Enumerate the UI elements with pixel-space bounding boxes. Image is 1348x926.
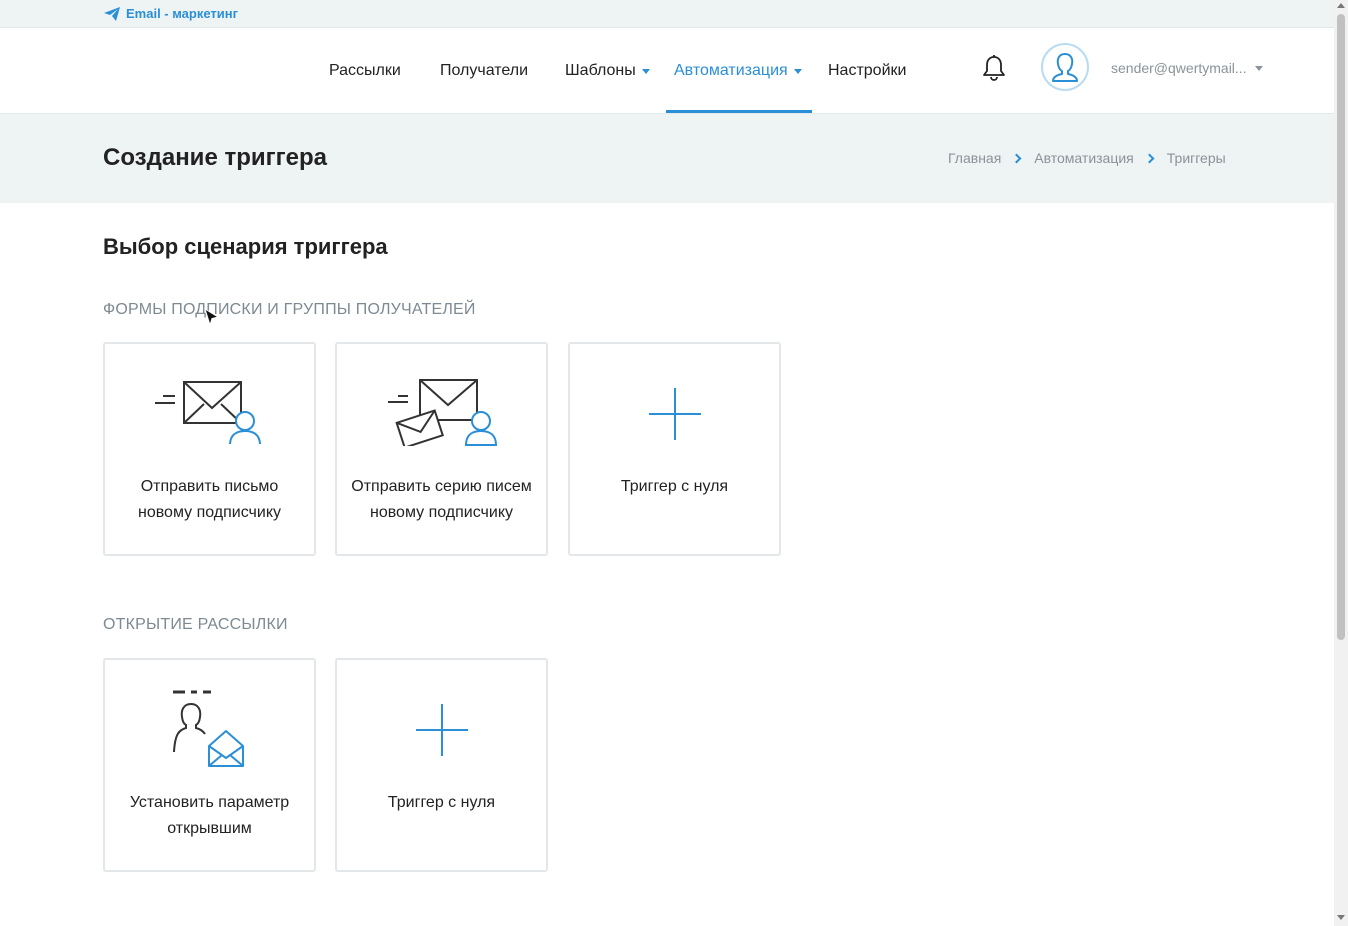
card-label: Триггер с нуля	[387, 794, 496, 811]
brand-link[interactable]: Email - маркетинг	[104, 6, 238, 21]
card-label: Установить параметр открывшим	[129, 794, 290, 837]
user-avatar[interactable]	[1041, 43, 1089, 91]
nav-item-label: Шаблоны	[565, 61, 636, 79]
user-avatar-icon	[1052, 53, 1078, 82]
plus-icon	[415, 704, 468, 756]
section-title: Выбор сценария триггера	[103, 234, 388, 259]
chevron-down-icon	[641, 69, 650, 74]
scenario-card-send-letter[interactable]: Отправить письмо новому подписчику	[103, 342, 316, 556]
nav-item-label: Настройки	[828, 61, 907, 79]
breadcrumb-home[interactable]: Главная	[948, 150, 1001, 166]
scroll-up-icon[interactable]	[1337, 3, 1345, 8]
envelope-subscriber-icon	[154, 381, 261, 444]
scenario-card-send-series[interactable]: Отправить серию писем новому подписчику	[335, 342, 548, 556]
nav-item-automation[interactable]: Автоматизация	[666, 28, 812, 113]
chevron-right-icon	[1144, 153, 1155, 163]
user-menu[interactable]: sender@qwertymail...	[1111, 60, 1263, 76]
envelope-series-subscriber-icon	[387, 379, 497, 446]
mouse-cursor-icon	[204, 308, 220, 327]
scenario-card-set-parameter[interactable]: Установить параметр открывшим	[103, 658, 316, 872]
scenario-card-from-scratch[interactable]: Триггер с нуля	[568, 342, 781, 556]
card-label: Отправить письмо новому подписчику	[138, 478, 281, 521]
paper-plane-icon	[104, 6, 120, 21]
nav-item-label: Рассылки	[329, 61, 401, 79]
breadcrumb-automation[interactable]: Автоматизация	[1034, 150, 1133, 166]
chevron-down-icon	[793, 69, 802, 74]
scenario-card-from-scratch-2[interactable]: Триггер с нуля	[335, 658, 548, 872]
chevron-down-icon	[1254, 65, 1263, 71]
group-label-mailing-open: ОТКРЫТИЕ РАССЫЛКИ	[103, 616, 288, 633]
group-label-subscription-forms: ФОРМЫ ПОДПИСКИ И ГРУППЫ ПОЛУЧАТЕЛЕЙ	[103, 301, 476, 318]
main-navbar: Рассылки Получатели Шаблоны Автоматизаци…	[0, 28, 1334, 114]
card-label: Отправить серию писем новому подписчику	[351, 478, 532, 521]
nav-item-label: Получатели	[440, 61, 529, 79]
plus-icon	[648, 388, 701, 440]
nav-item-recipients[interactable]: Получатели	[440, 28, 528, 113]
scrollbar-thumb[interactable]	[1337, 14, 1345, 640]
page-title: Создание триггера	[103, 144, 327, 171]
nav-item-templates[interactable]: Шаблоны	[565, 28, 650, 113]
user-opened-envelope-icon	[172, 690, 244, 767]
page-header: Создание триггера Главная Автоматизация …	[0, 114, 1334, 203]
user-email: sender@qwertymail...	[1111, 60, 1247, 76]
nav-item-mailings[interactable]: Рассылки	[329, 28, 401, 113]
top-strip: Email - маркетинг	[0, 0, 1334, 28]
breadcrumb-triggers: Триггеры	[1166, 150, 1226, 166]
bell-icon[interactable]	[982, 54, 1006, 82]
chevron-right-icon	[1011, 153, 1022, 163]
breadcrumb: Главная Автоматизация Триггеры	[948, 150, 1226, 166]
brand-label: Email - маркетинг	[126, 6, 239, 21]
card-label: Триггер с нуля	[620, 478, 729, 495]
vertical-scrollbar[interactable]	[1334, 0, 1348, 926]
nav-item-settings[interactable]: Настройки	[828, 28, 906, 113]
scroll-down-icon[interactable]	[1337, 915, 1345, 920]
nav-item-label: Автоматизация	[674, 61, 788, 79]
